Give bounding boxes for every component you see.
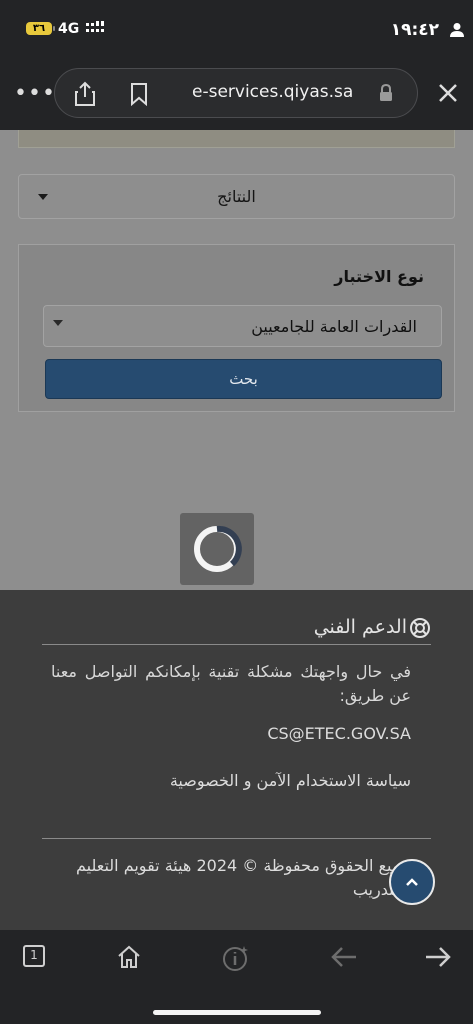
spinner-icon (194, 525, 242, 572)
forward-arrow-icon[interactable] (424, 944, 452, 970)
divider (42, 838, 431, 839)
more-dots-icon[interactable]: ••• (14, 83, 56, 105)
copyright-text: جميع الحقوق محفوظة © 2024 هيئة تقويم الت… (75, 856, 411, 899)
test-type-label: نوع الاختبار (334, 267, 424, 286)
results-dropdown-label: النتائج (217, 187, 256, 206)
url-field[interactable]: e-services.qiyas.sa (54, 68, 418, 118)
privacy-policy-link[interactable]: سياسة الاستخدام الآمن و الخصوصية (170, 771, 411, 790)
home-icon[interactable] (116, 944, 142, 970)
divider (42, 644, 431, 645)
page-info-icon[interactable] (222, 944, 250, 972)
url-text: e-services.qiyas.sa (192, 82, 354, 102)
test-type-select[interactable]: القدرات العامة للجامعيين (43, 305, 442, 347)
home-indicator (153, 1010, 321, 1015)
back-arrow-icon[interactable] (330, 944, 358, 970)
search-button[interactable]: بحث (45, 359, 442, 399)
test-type-value: القدرات العامة للجامعيين (251, 317, 417, 336)
person-icon (450, 23, 464, 37)
browser-address-bar: ••• e-services.qiyas.sa (0, 60, 473, 130)
signal-bars-icon (86, 21, 104, 32)
bookmark-icon[interactable] (129, 82, 149, 106)
page-content: النتائج نوع الاختبار القدرات العامة للجا… (0, 130, 473, 590)
support-text: في حال واجهتك مشكلة تقنية بإمكانكم التوا… (51, 662, 411, 705)
close-icon[interactable] (437, 82, 459, 104)
lifebuoy-icon (410, 618, 430, 638)
search-panel: نوع الاختبار القدرات العامة للجامعيين بح… (18, 244, 455, 412)
site-footer: الدعم الفني في حال واجهتك مشكلة تقنية بإ… (0, 590, 473, 930)
support-title: الدعم الفني (313, 616, 407, 638)
lock-icon (380, 84, 392, 101)
caret-down-icon (53, 320, 63, 326)
support-email-link[interactable]: CS@ETEC.GOV.SA (267, 724, 411, 743)
loading-spinner (180, 513, 254, 585)
share-icon[interactable] (73, 81, 97, 107)
scroll-to-top-button[interactable] (389, 859, 435, 905)
results-dropdown[interactable]: النتائج (18, 174, 455, 219)
status-bar: ٣٦ 4G ١٩:٤٢ (0, 0, 473, 60)
clock-time: ١٩:٤٢ (390, 20, 439, 40)
tabs-count: 1 (30, 948, 38, 962)
tabs-icon[interactable]: 1 (22, 944, 46, 972)
battery-indicator: ٣٦ (26, 22, 55, 35)
network-type: 4G (58, 21, 80, 37)
browser-toolbar: 1 (0, 930, 473, 1024)
alert-strip (18, 130, 455, 148)
chevron-up-icon (406, 878, 418, 886)
